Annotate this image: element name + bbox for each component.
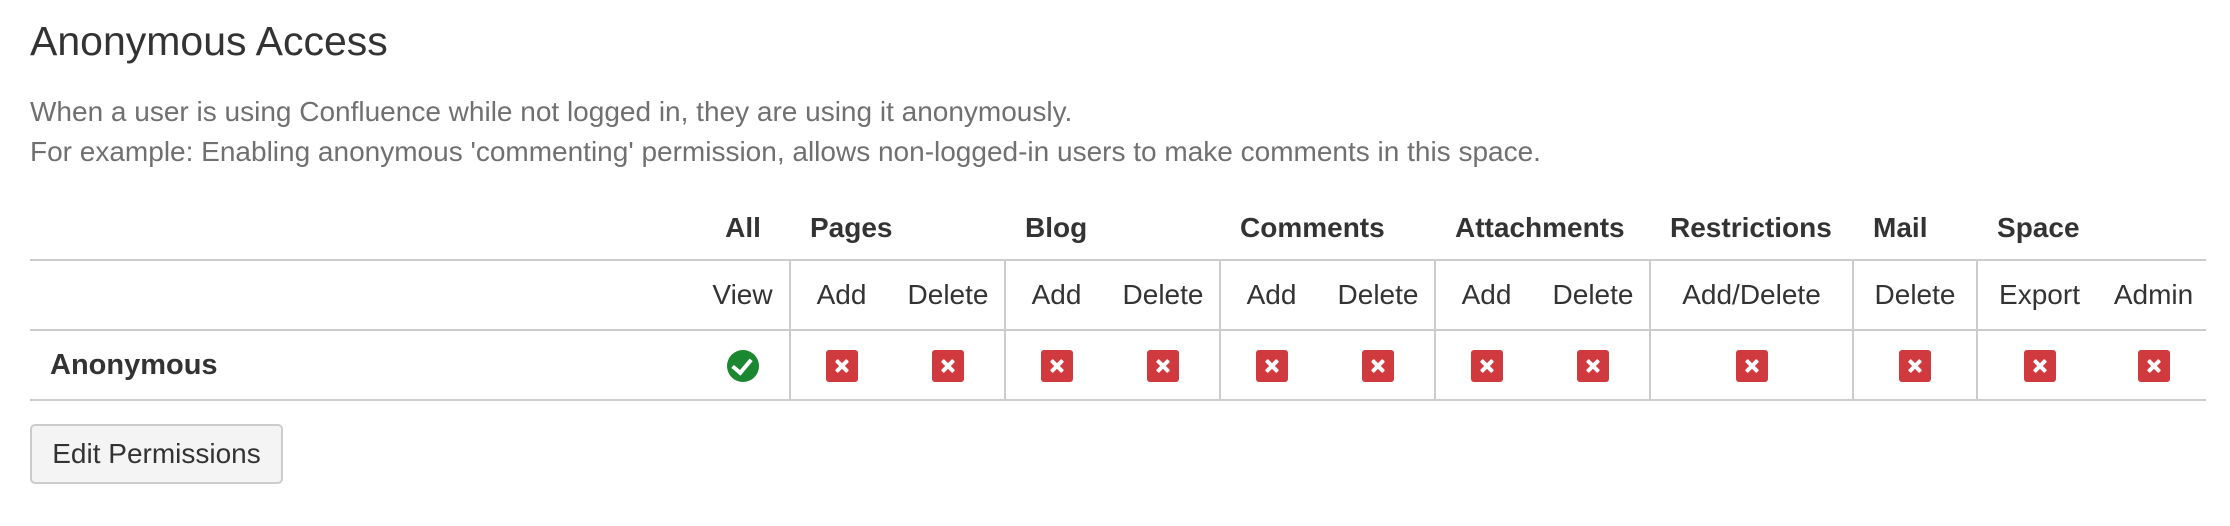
column-header-blog-delete: Delete [1107, 260, 1220, 331]
header-corner [30, 196, 696, 261]
edit-permissions-button[interactable]: Edit Permissions [30, 424, 283, 484]
cell-blog-add [1004, 330, 1107, 401]
column-header-restrictions-add-delete: Add/Delete [1649, 260, 1854, 331]
cell-pages-delete [892, 330, 1005, 401]
cross-square-icon [1147, 349, 1179, 382]
cross-square-icon [1362, 349, 1394, 382]
group-header-blog: Blog [1005, 196, 1220, 261]
cross-square-icon [932, 349, 964, 382]
cell-space-export [1976, 330, 2102, 401]
column-header-space-admin: Admin [2101, 260, 2207, 331]
group-header-pages: Pages [790, 196, 1005, 261]
column-header-blog-add: Add [1004, 260, 1107, 331]
permissions-table: All Pages Blog Comments Attachments Rest… [30, 196, 2207, 401]
group-header-row: All Pages Blog Comments Attachments Rest… [30, 196, 2207, 261]
column-header-pages-add: Add [789, 260, 892, 331]
column-header-pages-delete: Delete [892, 260, 1005, 331]
column-header-attachments-delete: Delete [1537, 260, 1651, 331]
column-header-comments-delete: Delete [1322, 260, 1436, 331]
group-header-comments: Comments [1220, 196, 1436, 261]
cell-mail-delete [1852, 330, 1978, 401]
column-header-attachments-add: Add [1434, 260, 1538, 331]
cross-square-icon [2137, 349, 2170, 382]
cell-all-view [696, 330, 790, 401]
cross-square-icon [1899, 349, 1932, 382]
cross-square-icon [1040, 349, 1073, 382]
column-header-all-view: View [696, 260, 790, 331]
cell-attachments-add [1434, 330, 1538, 401]
row-label: Anonymous [30, 330, 696, 401]
column-header-comments-add: Add [1219, 260, 1322, 331]
cell-pages-add [789, 330, 892, 401]
group-header-attachments: Attachments [1435, 196, 1651, 261]
cell-restrictions-add-delete [1649, 330, 1854, 401]
cross-square-icon [1255, 349, 1288, 382]
permission-row-anonymous: Anonymous [30, 330, 2207, 401]
description-line: For example: Enabling anonymous 'comment… [30, 136, 1541, 167]
column-header-mail-delete: Delete [1852, 260, 1978, 331]
column-header-row: View Add Delete Add Delete Add Delete Ad… [30, 260, 2207, 331]
cell-blog-delete [1107, 330, 1220, 401]
column-header-space-export: Export [1976, 260, 2102, 331]
cross-square-icon [1470, 349, 1503, 382]
cross-square-icon [1735, 349, 1768, 382]
group-header-mail: Mail [1853, 196, 1978, 261]
group-header-all: All [696, 196, 790, 261]
cross-square-icon [825, 349, 858, 382]
cross-square-icon [2023, 349, 2056, 382]
cell-attachments-delete [1537, 330, 1651, 401]
description-line: When a user is using Confluence while no… [30, 96, 1073, 127]
cell-comments-delete [1322, 330, 1436, 401]
page-title: Anonymous Access [30, 18, 388, 64]
cell-comments-add [1219, 330, 1322, 401]
description: When a user is using Confluence while no… [30, 92, 1541, 172]
cell-space-admin [2101, 330, 2207, 401]
check-circle-icon [726, 349, 759, 382]
group-header-restrictions: Restrictions [1650, 196, 1854, 261]
column-header-blank [30, 260, 696, 331]
group-header-space: Space [1977, 196, 2207, 261]
cross-square-icon [1577, 349, 1610, 382]
